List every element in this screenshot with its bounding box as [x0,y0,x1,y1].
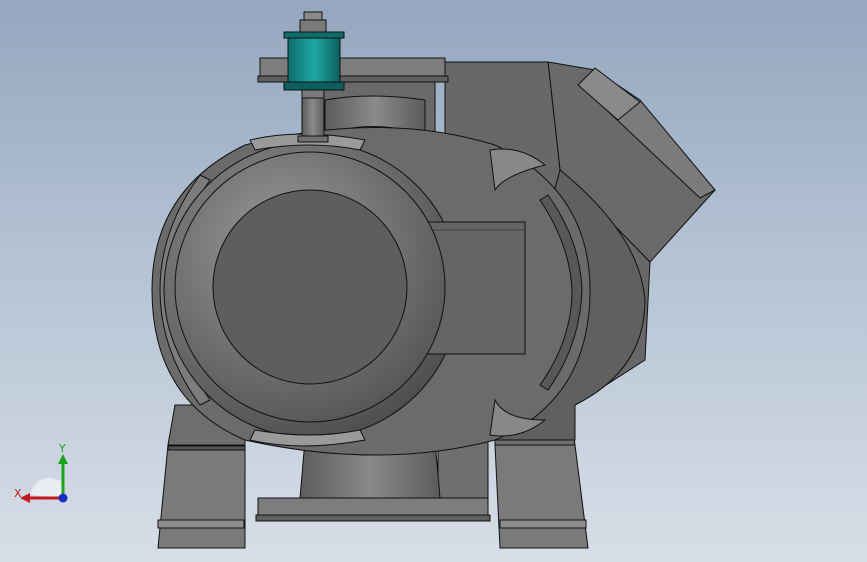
x-axis-label: X [14,487,22,500]
inlet-ring[interactable] [174,151,446,423]
pump-assembly-model[interactable] [0,0,867,562]
triad-plane [30,478,63,498]
valve-stem[interactable] [297,94,329,143]
z-axis-dot [58,493,68,503]
y-axis-label: Y [58,442,66,455]
top-flange[interactable] [257,57,449,136]
y-axis-arrowhead [58,454,68,464]
actuator-cylinder[interactable] [283,11,345,99]
3d-graphics-viewport[interactable]: Y X [0,0,867,562]
orientation-triad: Y X [14,442,68,503]
